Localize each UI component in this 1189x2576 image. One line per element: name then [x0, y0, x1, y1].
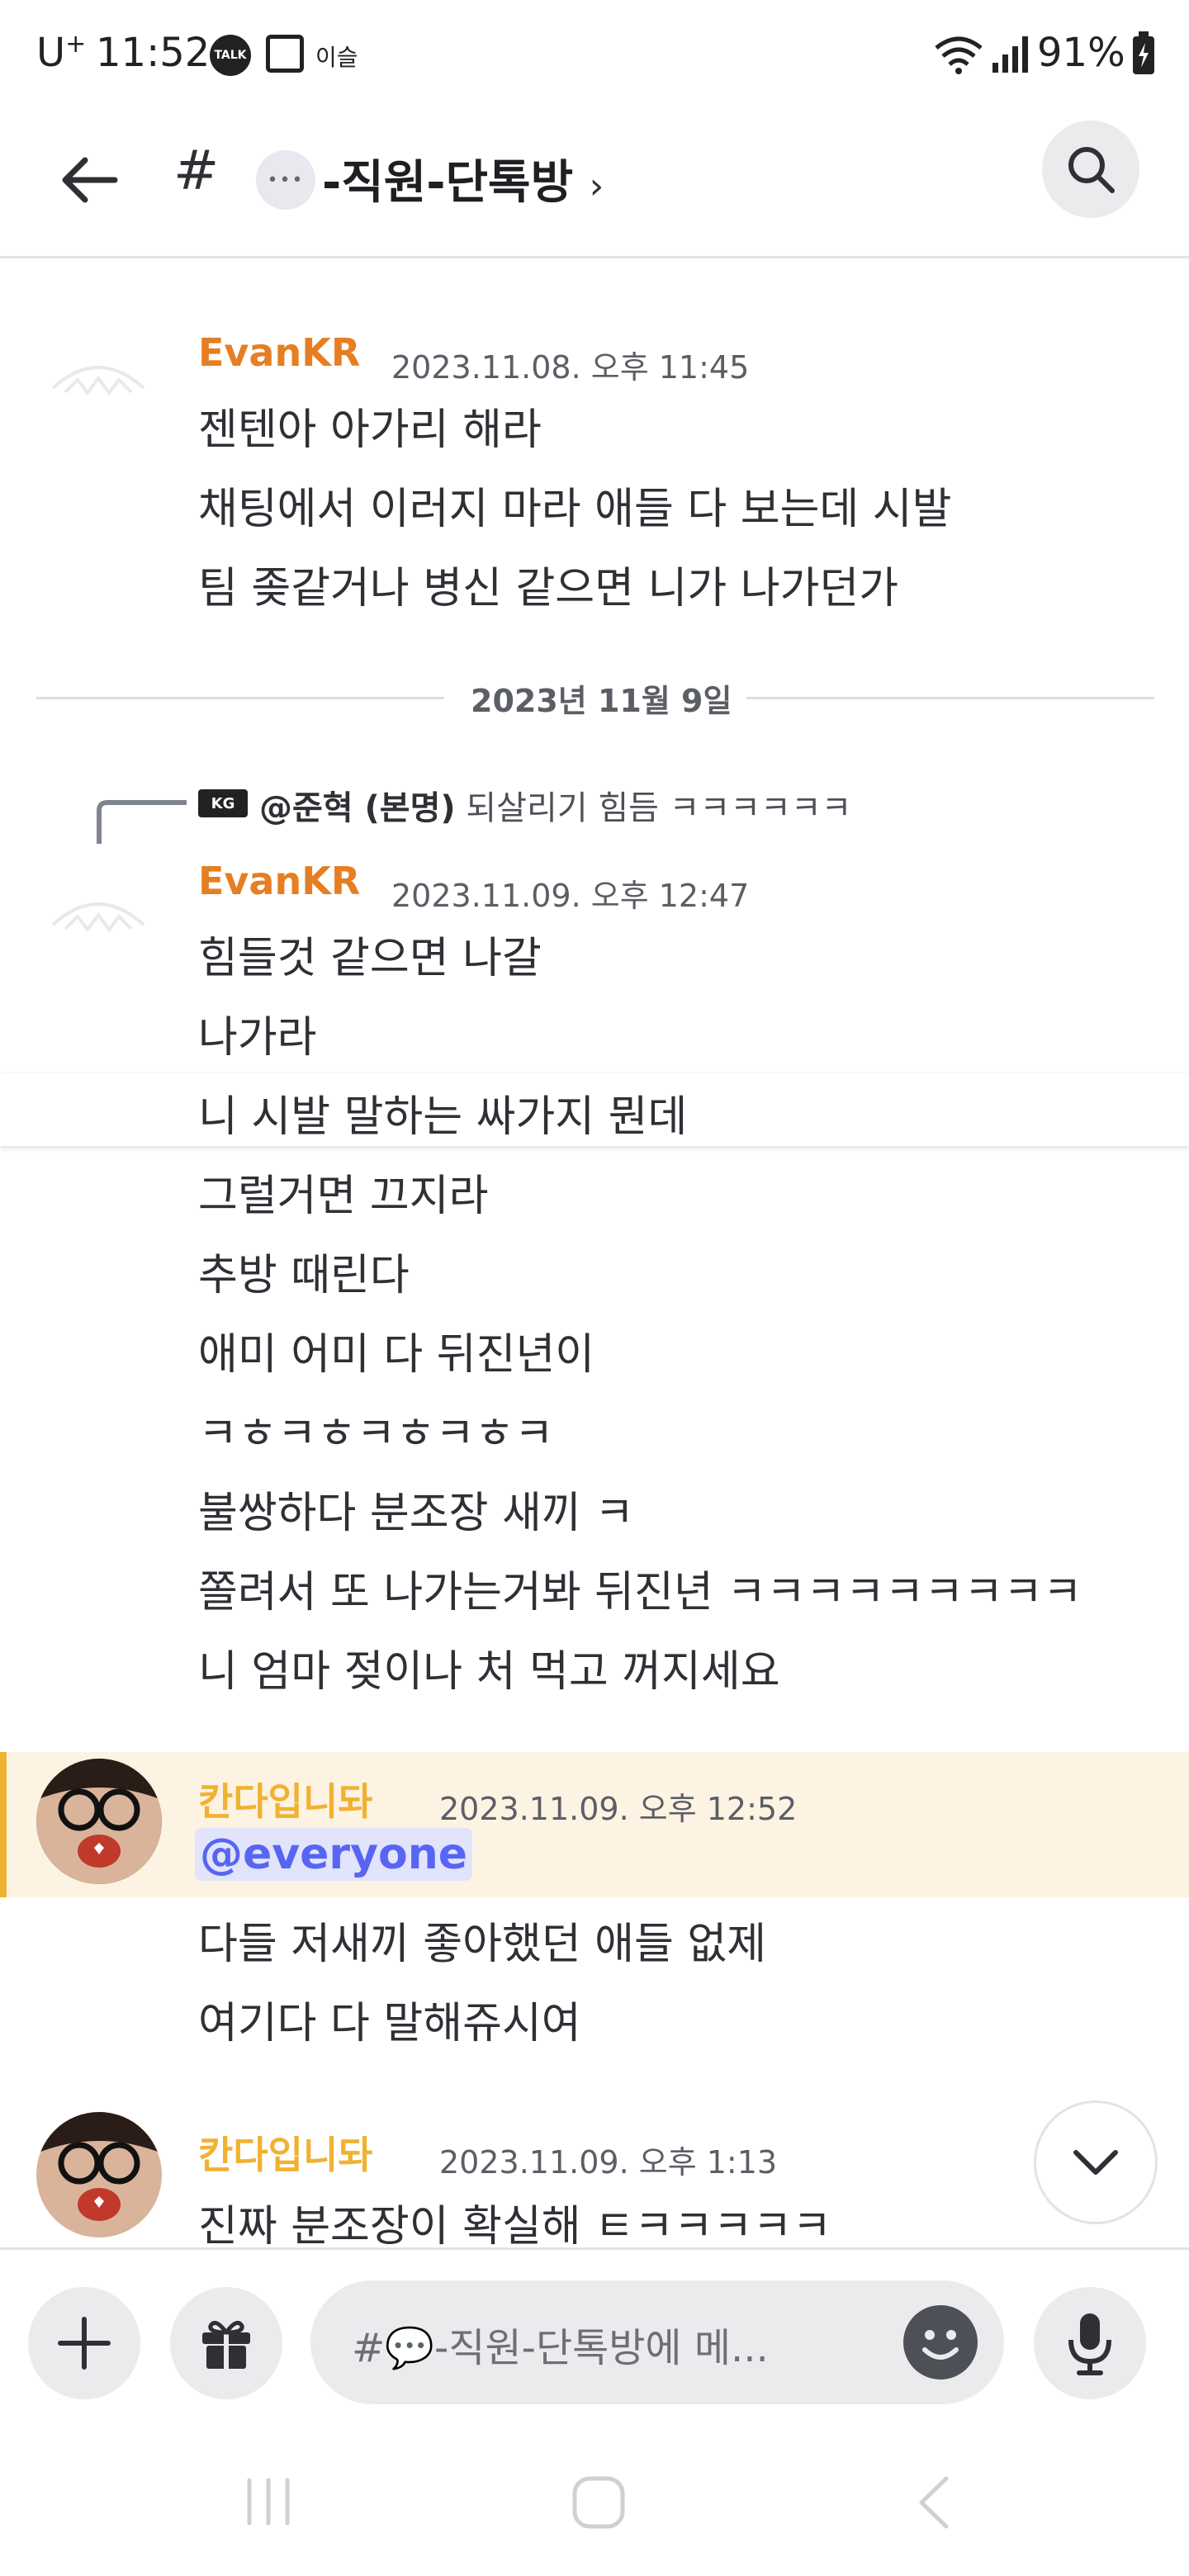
composer-divider [0, 2247, 1189, 2250]
gift-button[interactable] [170, 2287, 282, 2399]
username[interactable]: EvanKR [198, 330, 360, 375]
recent-apps-icon[interactable] [239, 2477, 297, 2526]
chevron-down-icon [1073, 2150, 1118, 2175]
avatar[interactable] [36, 314, 160, 438]
jump-to-latest-button[interactable] [1034, 2100, 1158, 2224]
date-divider: 2023년 11월 9일 [471, 683, 732, 719]
evankr-avatar-icon [51, 902, 145, 933]
message-line[interactable]: 추방 때린다 [198, 1240, 410, 1302]
nav-back-icon[interactable] [908, 2474, 958, 2531]
message-line[interactable]: 채팅에서 이러지 마라 애들 다 보는데 시발 [198, 474, 951, 536]
message-input-placeholder: #💬-직원-단톡방에 메... [352, 2325, 769, 2371]
emoji-button[interactable] [903, 2305, 978, 2379]
username[interactable]: 칸다입니돠 [198, 1772, 373, 1826]
speech-bubble-icon: ••• [256, 150, 315, 210]
plus-icon [58, 2317, 111, 2370]
reply-preview[interactable]: @준혁 (본명) 되살리기 힘듬 ㅋㅋㅋㅋㅋㅋ [259, 781, 851, 829]
carrier-label: U+ [36, 30, 87, 76]
message-line[interactable]: 니 시발 말하는 싸가지 뭔데 [198, 1082, 687, 1144]
chevron-right-icon: › [589, 165, 604, 207]
channel-hash-icon: # [173, 139, 220, 202]
battery-icon [1133, 31, 1154, 74]
voice-message-button[interactable] [1034, 2287, 1146, 2399]
username[interactable]: 칸다입니돠 [198, 2125, 373, 2180]
divider-left [36, 697, 444, 699]
status-time: 11:52 [96, 30, 211, 76]
mention-line[interactable]: @everyone [195, 1828, 472, 1881]
signal-icon [992, 36, 1028, 73]
divider-right [746, 697, 1154, 699]
message-line[interactable]: 쫄려서 또 나가는거봐 뒤진년 ㅋㅋㅋㅋㅋㅋㅋㅋㅋ [198, 1557, 1082, 1619]
notification-label: 이슬 [315, 44, 358, 71]
username[interactable]: EvanKR [198, 859, 360, 903]
kanda-avatar-icon [36, 1759, 162, 1884]
message-line[interactable]: ㅋㅎㅋㅎㅋㅎㅋㅎㅋ [198, 1399, 554, 1461]
message-line[interactable]: 애미 어미 다 뒤진년이 [198, 1319, 594, 1381]
message-line[interactable]: 다들 저새끼 좋아했던 애들 없제 [198, 1909, 766, 1971]
timestamp: 2023.11.09. 오후 1:13 [439, 2144, 778, 2181]
message-line[interactable]: 그럴거면 끄지라 [198, 1161, 488, 1223]
channel-header: # ••• -직원-단톡방 › [0, 107, 1189, 258]
back-arrow-icon [62, 157, 118, 203]
message-line[interactable]: 니 엄마 젖이나 처 먹고 꺼지세요 [198, 1636, 780, 1698]
wifi-icon [935, 36, 983, 74]
reply-avatar-icon: KG [198, 789, 248, 817]
home-icon[interactable] [570, 2474, 628, 2531]
message-line[interactable]: 젠텐아 아가리 해라 [198, 395, 542, 457]
kakaotalk-icon: TALK [210, 35, 251, 76]
channel-title[interactable]: -직원-단톡방 › [322, 145, 604, 212]
kanda-avatar-icon [36, 2112, 162, 2237]
everyone-mention[interactable]: @everyone [195, 1828, 472, 1881]
reply-connector [97, 800, 187, 844]
avatar[interactable] [36, 850, 160, 974]
search-button[interactable] [1042, 121, 1139, 218]
battery-percent: 91% [1037, 30, 1125, 76]
microphone-icon [1068, 2313, 1111, 2375]
search-icon [1068, 147, 1115, 193]
gift-icon [202, 2320, 250, 2369]
avatar[interactable] [36, 2112, 162, 2237]
message-line[interactable]: 진짜 분조장이 확실해 ㅌㅋㅋㅋㅋㅋ [198, 2191, 831, 2253]
evankr-avatar-icon [51, 366, 145, 396]
gallery-icon [266, 35, 304, 73]
timestamp: 2023.11.08. 오후 11:45 [391, 349, 750, 386]
mention-highlight-bar [0, 1752, 7, 1897]
message-line[interactable]: 힘들것 같으면 나갈 [198, 923, 542, 985]
emoji-icon [922, 2330, 959, 2360]
back-button[interactable] [50, 140, 129, 220]
timestamp: 2023.11.09. 오후 12:52 [439, 1791, 798, 1827]
timestamp: 2023.11.09. 오후 12:47 [391, 878, 750, 914]
add-attachment-button[interactable] [28, 2287, 140, 2399]
message-input[interactable]: #💬-직원-단톡방에 메... [310, 2280, 1004, 2404]
status-bar: U+ 11:52 TALK 이슬 91% [0, 0, 1189, 107]
message-line[interactable]: 나가라 [198, 1002, 317, 1064]
message-line[interactable]: 여기다 다 말해쥬시여 [198, 1988, 581, 2050]
message-line[interactable]: 팀 좆같거나 병신 같으면 니가 나가던가 [198, 553, 898, 615]
avatar[interactable] [36, 1759, 162, 1884]
message-line[interactable]: 불쌍하다 분조장 새끼 ㅋ [198, 1478, 634, 1540]
